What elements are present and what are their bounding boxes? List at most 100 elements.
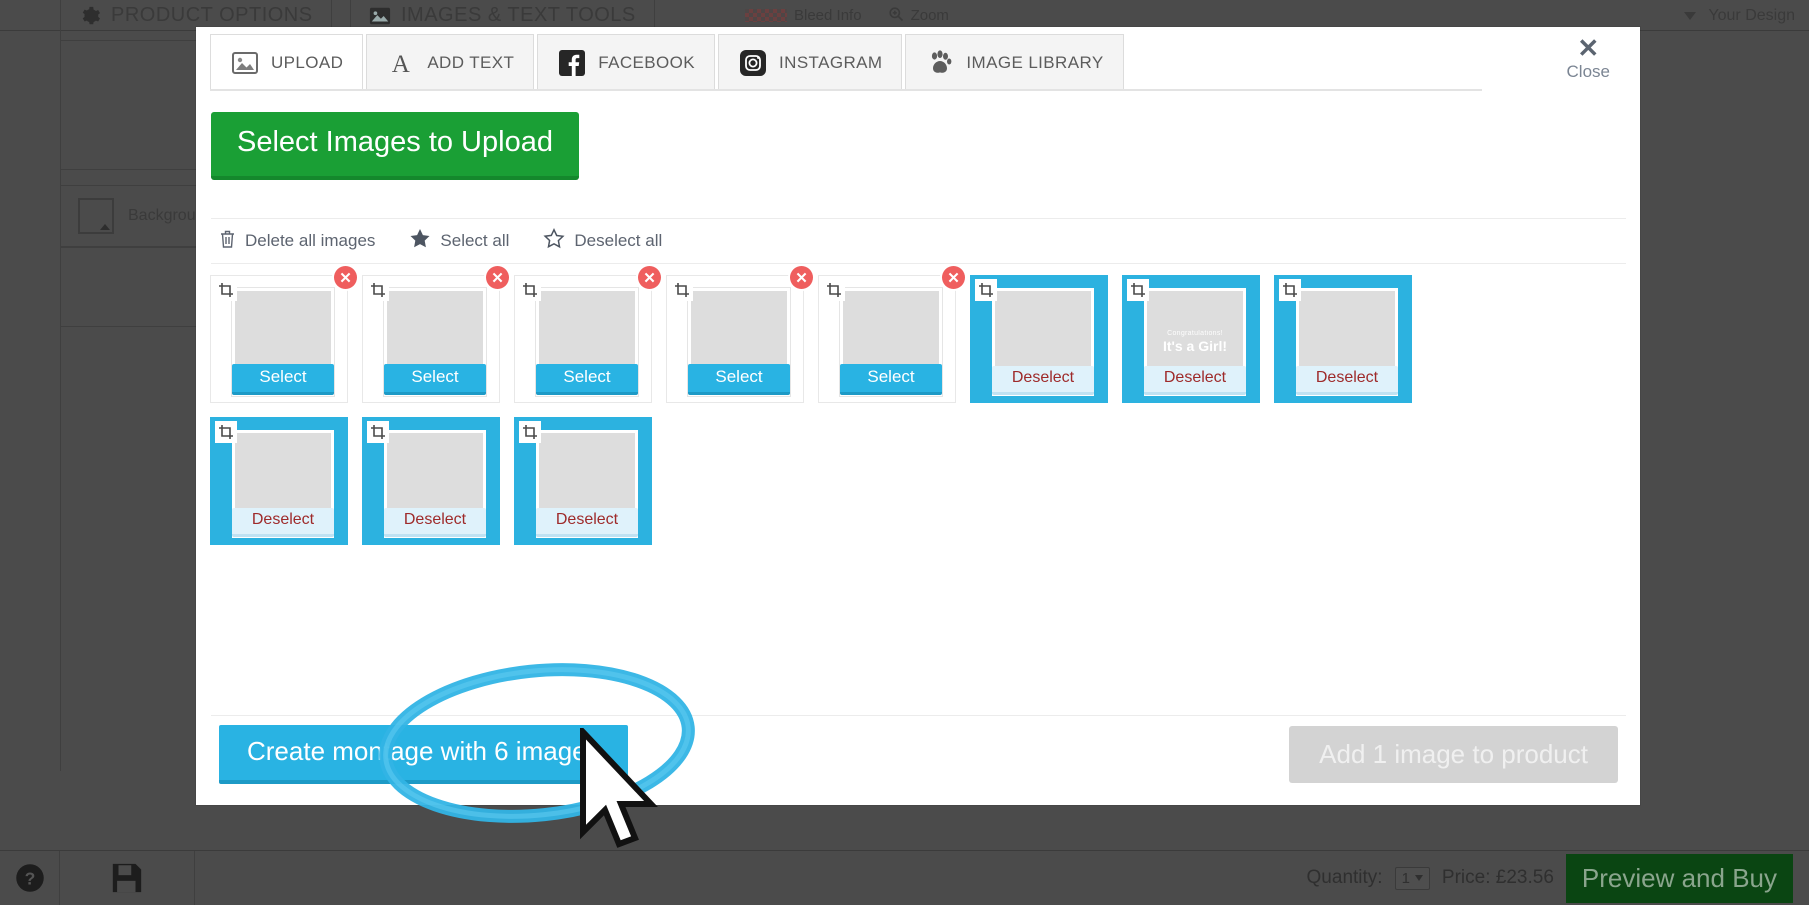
crop-icon[interactable]	[215, 279, 237, 301]
tab-image-library[interactable]: IMAGE LIBRARY	[905, 34, 1124, 90]
create-montage-button[interactable]: Create montage with 6 images	[219, 725, 628, 784]
select-all-button[interactable]: Select all	[409, 228, 509, 254]
facebook-icon	[557, 48, 587, 78]
your-design-label: Your Design	[1708, 6, 1795, 24]
deselect-image-button[interactable]: Deselect	[232, 508, 334, 537]
crop-icon[interactable]	[519, 421, 541, 443]
bleed-info-label: Bleed Info	[794, 7, 862, 24]
crop-icon[interactable]	[975, 279, 997, 301]
paw-print-icon	[925, 48, 955, 78]
deselect-image-button[interactable]: Deselect	[1144, 366, 1246, 395]
modal-footer: Create montage with 6 images Add 1 image…	[211, 715, 1626, 793]
topbar-tab-label: IMAGES & TEXT TOOLS	[401, 4, 636, 26]
image-toolbar: Delete all images Select all Deselect al…	[211, 218, 1626, 264]
image-thumbnail[interactable]: Congratulations! It's a Girl! Deselect	[1122, 275, 1260, 403]
trash-icon	[219, 229, 236, 254]
add-image-to-product-button: Add 1 image to product	[1289, 726, 1618, 783]
image-grid-row: ✕ Select ✕ Select ✕ Select ✕ Select ✕ Select Desel…	[210, 266, 1620, 403]
letter-a-icon: A	[386, 48, 416, 78]
star-filled-icon	[409, 228, 431, 254]
close-x-icon: ✕	[1577, 33, 1600, 63]
quantity-label: Quantity:	[1306, 867, 1383, 888]
tabs-underline	[210, 89, 1482, 91]
deselect-image-button[interactable]: Deselect	[992, 366, 1094, 395]
tab-label: UPLOAD	[271, 52, 344, 72]
select-image-button[interactable]: Select	[840, 364, 942, 395]
image-thumbnail[interactable]: Deselect	[1274, 275, 1412, 403]
delete-image-icon[interactable]: ✕	[638, 266, 661, 289]
save-button[interactable]	[60, 850, 195, 905]
gear-icon	[79, 5, 101, 27]
tab-instagram[interactable]: INSTAGRAM	[718, 34, 903, 90]
chevron-down-icon	[1684, 11, 1697, 20]
star-outline-icon	[543, 228, 565, 254]
select-image-button[interactable]: Select	[384, 364, 486, 395]
image-thumbnail[interactable]: Deselect	[210, 417, 348, 545]
magnifier-icon	[888, 6, 904, 26]
crop-icon[interactable]	[671, 279, 693, 301]
image-thumbnail[interactable]: Deselect	[362, 417, 500, 545]
tab-facebook[interactable]: FACEBOOK	[537, 34, 716, 90]
instagram-icon	[738, 48, 768, 78]
image-thumbnail[interactable]: Deselect	[514, 417, 652, 545]
modal-tabs-row: UPLOAD A ADD TEXT FACEBOOK INSTAGRAM IMA…	[196, 27, 1640, 100]
tool-label: Delete all images	[245, 231, 376, 250]
tab-label: IMAGE LIBRARY	[966, 52, 1104, 72]
delete-image-icon[interactable]: ✕	[486, 266, 509, 289]
deselect-all-button[interactable]: Deselect all	[543, 228, 662, 254]
svg-text:A: A	[392, 51, 410, 76]
image-grid: ✕ Select ✕ Select ✕ Select ✕ Select ✕ Select Desel…	[210, 266, 1620, 545]
image-thumbnail[interactable]: ✕ Select	[818, 266, 965, 403]
image-thumbnail[interactable]: ✕ Select	[210, 266, 357, 403]
image-thumbnail[interactable]: ✕ Select	[362, 266, 509, 403]
background-color-swatch[interactable]	[78, 198, 114, 234]
bottombar-right-group: Quantity: 1 Price: £23.56 Preview and Bu…	[1306, 853, 1809, 903]
image-thumbnail[interactable]: Deselect	[970, 275, 1108, 403]
screen: PRODUCT OPTIONS IMAGES & TEXT TOOLS Blee…	[0, 0, 1809, 905]
quantity-value: 1	[1401, 869, 1410, 887]
deselect-image-button[interactable]: Deselect	[536, 508, 638, 537]
bleed-swatch-icon	[745, 9, 787, 22]
zoom-item[interactable]: Zoom	[888, 6, 949, 26]
select-image-button[interactable]: Select	[688, 364, 790, 395]
crop-icon[interactable]	[367, 421, 389, 443]
tab-label: FACEBOOK	[598, 52, 696, 72]
delete-all-images-button[interactable]: Delete all images	[219, 229, 375, 254]
quantity-select[interactable]: 1	[1394, 866, 1430, 890]
select-images-to-upload-button[interactable]: Select Images to Upload	[211, 112, 579, 180]
topbar-your-design[interactable]: Your Design	[1684, 0, 1795, 31]
select-image-button[interactable]: Select	[232, 364, 334, 395]
crop-icon[interactable]	[519, 279, 541, 301]
crop-icon[interactable]	[1279, 279, 1301, 301]
crop-icon[interactable]	[367, 279, 389, 301]
deselect-image-button[interactable]: Deselect	[1296, 366, 1398, 395]
select-image-button[interactable]: Select	[536, 364, 638, 395]
image-upload-modal: UPLOAD A ADD TEXT FACEBOOK INSTAGRAM IMA…	[196, 27, 1640, 805]
crop-icon[interactable]	[215, 421, 237, 443]
preview-and-buy-button[interactable]: Preview and Buy	[1565, 853, 1793, 903]
deselect-image-button[interactable]: Deselect	[384, 508, 486, 537]
topbar-tab-label: PRODUCT OPTIONS	[111, 4, 313, 26]
modal-tabstrip: UPLOAD A ADD TEXT FACEBOOK INSTAGRAM IMA…	[210, 34, 1124, 90]
delete-image-icon[interactable]: ✕	[942, 266, 965, 289]
tab-add-text[interactable]: A ADD TEXT	[366, 34, 535, 90]
image-grid-row: Deselect Deselect Deselect	[210, 417, 1620, 545]
floppy-disk-icon	[112, 863, 142, 893]
picture-icon	[230, 48, 260, 78]
svg-text:?: ?	[24, 868, 35, 888]
delete-image-icon[interactable]: ✕	[334, 266, 357, 289]
help-button[interactable]: ?	[0, 850, 60, 905]
tab-upload[interactable]: UPLOAD	[210, 34, 364, 90]
zoom-label: Zoom	[910, 7, 949, 24]
crop-icon[interactable]	[1127, 279, 1149, 301]
image-icon	[369, 5, 391, 27]
bleed-info-item[interactable]: Bleed Info	[745, 7, 862, 24]
tool-label: Deselect all	[574, 231, 663, 250]
image-thumbnail[interactable]: ✕ Select	[514, 266, 661, 403]
delete-image-icon[interactable]: ✕	[790, 266, 813, 289]
crop-icon[interactable]	[823, 279, 845, 301]
question-circle-icon: ?	[15, 864, 44, 892]
image-thumbnail[interactable]: ✕ Select	[666, 266, 813, 403]
caption-line-2: It's a Girl!	[1162, 338, 1227, 354]
close-modal-button[interactable]: ✕ Close	[1567, 35, 1610, 82]
